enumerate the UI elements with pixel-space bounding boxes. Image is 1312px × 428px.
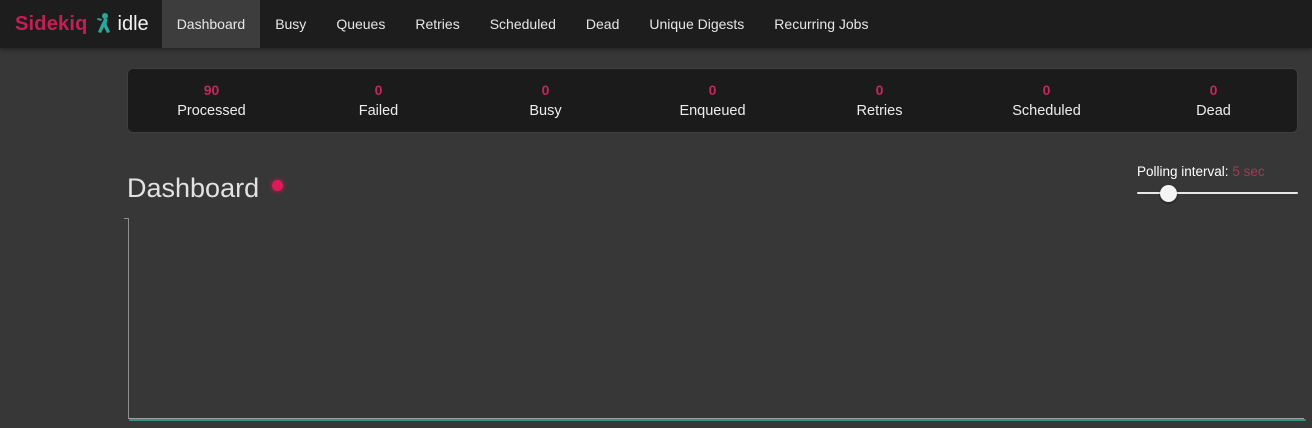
stat-failed[interactable]: 0 Failed [295, 69, 462, 132]
stat-processed[interactable]: 90 Processed [128, 69, 295, 132]
stat-dead[interactable]: 0 Dead [1130, 69, 1297, 132]
stat-failed-value: 0 [375, 82, 383, 98]
page-header: Dashboard Polling interval: 5 sec [127, 155, 1298, 225]
realtime-chart [128, 218, 1304, 419]
live-beacon-icon [272, 180, 283, 191]
page-title: Dashboard [127, 155, 259, 204]
stat-retries-value: 0 [876, 82, 884, 98]
stat-busy[interactable]: 0 Busy [462, 69, 629, 132]
nav-item-dashboard[interactable]: Dashboard [162, 0, 261, 48]
stat-retries[interactable]: 0 Retries [796, 69, 963, 132]
nav-item-recurring-jobs[interactable]: Recurring Jobs [759, 0, 883, 48]
stat-scheduled[interactable]: 0 Scheduled [963, 69, 1130, 132]
polling-interval-label: Polling interval: [1137, 164, 1229, 179]
stat-enqueued-value: 0 [709, 82, 717, 98]
nav-item-busy[interactable]: Busy [260, 0, 321, 48]
chart-y-axis-tick [124, 218, 129, 219]
polling-interval-slider[interactable] [1137, 185, 1298, 202]
stat-enqueued[interactable]: 0 Enqueued [629, 69, 796, 132]
stat-dead-value: 0 [1210, 82, 1218, 98]
stat-enqueued-label: Enqueued [679, 103, 745, 119]
nav-item-queues[interactable]: Queues [321, 0, 400, 48]
stat-dead-label: Dead [1196, 103, 1231, 119]
stat-busy-value: 0 [542, 82, 550, 98]
nav-item-unique-digests[interactable]: Unique Digests [634, 0, 759, 48]
nav-item-dead[interactable]: Dead [571, 0, 634, 48]
stat-processed-label: Processed [177, 103, 246, 119]
chart-flat-zero-line [129, 419, 1306, 421]
stat-scheduled-label: Scheduled [1012, 103, 1081, 119]
polling-interval-text: Polling interval: 5 sec [1137, 164, 1298, 179]
slider-thumb[interactable] [1160, 185, 1177, 202]
stat-retries-label: Retries [857, 103, 903, 119]
brand-area: Sidekiq idle [0, 12, 149, 36]
nav-menu: Dashboard Busy Queues Retries Scheduled … [162, 0, 884, 48]
status-indicator: idle [118, 13, 149, 36]
stat-busy-label: Busy [529, 103, 561, 119]
top-navbar: Sidekiq idle Dashboard Busy Queues Retri… [0, 0, 1312, 48]
main-content: 90 Processed 0 Failed 0 Busy 0 Enqueued … [127, 48, 1298, 225]
stat-processed-value: 90 [204, 82, 220, 98]
sidekiq-logo[interactable]: Sidekiq [15, 13, 88, 36]
polling-interval-value: 5 sec [1232, 164, 1264, 179]
stat-failed-label: Failed [359, 103, 399, 119]
stats-bar: 90 Processed 0 Failed 0 Busy 0 Enqueued … [127, 68, 1298, 133]
sidekiq-character-icon [95, 12, 113, 36]
nav-item-scheduled[interactable]: Scheduled [475, 0, 571, 48]
polling-interval-control: Polling interval: 5 sec [1137, 164, 1298, 202]
stat-scheduled-value: 0 [1043, 82, 1051, 98]
nav-item-retries[interactable]: Retries [400, 0, 474, 48]
